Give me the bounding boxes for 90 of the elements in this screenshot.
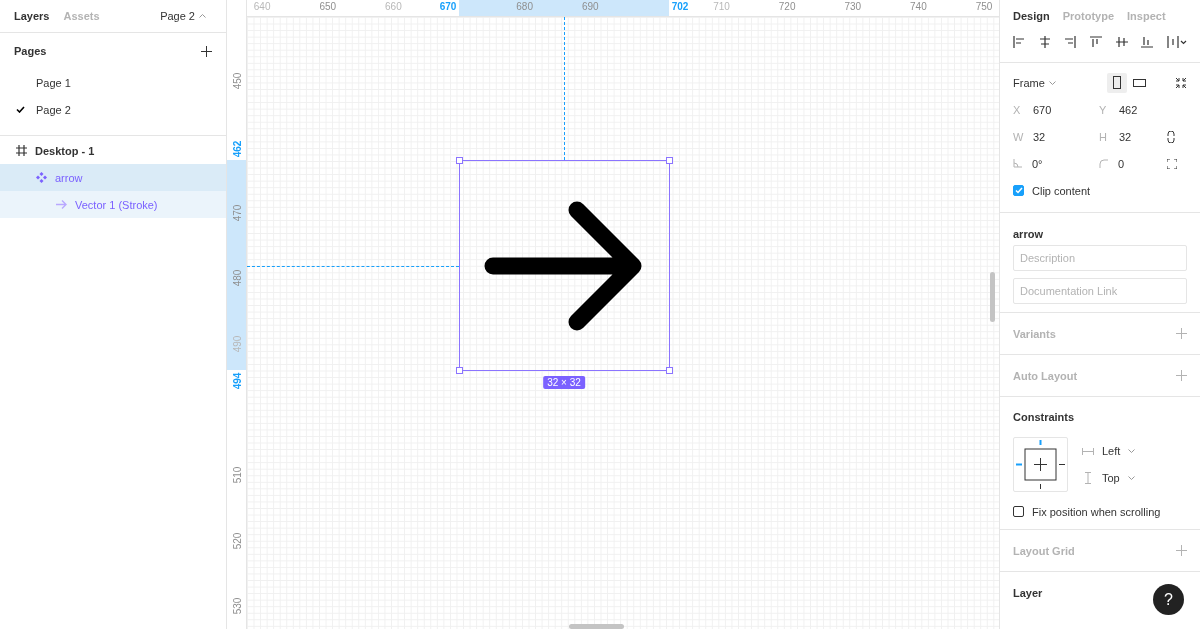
resize-handle[interactable]: [456, 367, 463, 374]
resize-handle[interactable]: [666, 157, 673, 164]
checkbox[interactable]: [1013, 506, 1024, 517]
ruler-label: 680: [516, 1, 533, 12]
checkbox[interactable]: [1013, 185, 1024, 196]
caret-icon: [1048, 80, 1056, 85]
documentation-link-field[interactable]: Documentation Link: [1013, 278, 1187, 304]
page-item[interactable]: Page 1: [0, 69, 226, 96]
resize-handle[interactable]: [456, 157, 463, 164]
orientation-toggle[interactable]: [1107, 72, 1127, 93]
panel-tab[interactable]: Design: [1013, 10, 1050, 22]
scrollbar[interactable]: [569, 624, 624, 629]
layer-item[interactable]: Desktop - 1: [0, 137, 226, 164]
ruler-label: 702: [671, 1, 689, 12]
section-title: Layer: [1013, 586, 1043, 599]
section-title: Layout Grid: [1013, 544, 1075, 557]
ruler-label: 470: [231, 204, 243, 221]
checkbox-label: Clip content: [1032, 184, 1091, 197]
frame-icon: [16, 145, 27, 156]
section-title: Auto Layout: [1013, 369, 1078, 382]
ruler-label: 480: [231, 269, 243, 287]
constraint-widget[interactable]: [1013, 437, 1068, 492]
size-label: 32 × 32: [543, 376, 585, 389]
section-title: Pages: [14, 45, 47, 57]
plus-icon[interactable]: [201, 45, 212, 57]
portrait-icon: [1113, 76, 1121, 89]
ruler-label: 730: [844, 1, 862, 12]
arrow-icon: [56, 200, 67, 209]
component-name: arrow: [1013, 228, 1043, 240]
ruler-label: 740: [910, 1, 927, 12]
page-item[interactable]: Page 2: [0, 96, 226, 123]
field-label: H: [1099, 130, 1108, 143]
ruler-label: 670: [439, 1, 457, 12]
scrollbar[interactable]: [990, 272, 995, 322]
vertical-constraint-dropdown[interactable]: Top: [1082, 464, 1136, 492]
field-value[interactable]: 462: [1119, 103, 1138, 116]
ruler-label: 530: [231, 597, 243, 615]
checkbox-label: Fix position when scrolling: [1032, 505, 1161, 518]
resize-handle[interactable]: [666, 367, 673, 374]
ruler-label: 710: [713, 1, 730, 12]
field-label: Y: [1099, 103, 1108, 116]
align-right-icon[interactable]: [1064, 36, 1077, 48]
field-label: W: [1013, 130, 1023, 143]
angle-icon: [1013, 159, 1022, 168]
ruler-label: 462: [231, 140, 243, 158]
constrain-proportions-icon[interactable]: [1167, 130, 1175, 143]
layer-item[interactable]: Vector 1 (Stroke): [0, 191, 226, 218]
horizontal-constraint-dropdown[interactable]: Left: [1082, 437, 1136, 465]
ruler-label: 494: [231, 372, 243, 390]
section-title: Constraints: [1013, 411, 1075, 423]
ruler-label: 640: [253, 1, 271, 12]
ruler-label: 660: [385, 1, 402, 12]
horizontal-constraint-icon: [1082, 447, 1094, 455]
field-value[interactable]: 32: [1119, 130, 1132, 143]
align-bottom-icon[interactable]: [1141, 36, 1154, 48]
field-value[interactable]: 0: [1118, 157, 1125, 170]
ruler-label: 750: [975, 1, 993, 12]
component-icon: [36, 172, 47, 183]
ruler-label: 520: [231, 532, 243, 549]
ruler-label: 720: [778, 1, 796, 12]
caret-icon: [1128, 449, 1136, 453]
distribute-icon[interactable]: [1166, 36, 1187, 48]
frame-preset-dropdown[interactable]: Frame: [1013, 76, 1056, 89]
field-value[interactable]: 32: [1033, 130, 1046, 143]
ruler-label: 650: [319, 1, 337, 12]
independent-corners-icon[interactable]: [1167, 158, 1177, 169]
corner-radius-icon: [1099, 159, 1108, 168]
landscape-icon: [1132, 78, 1146, 87]
section-title: Variants: [1013, 327, 1056, 340]
field-value[interactable]: 670: [1033, 103, 1052, 116]
align-left-icon[interactable]: [1013, 36, 1025, 48]
selection-frame[interactable]: [459, 160, 670, 371]
page-switcher[interactable]: Page 2: [154, 9, 212, 23]
align-h-center-icon[interactable]: [1038, 36, 1051, 48]
align-top-icon[interactable]: [1089, 36, 1102, 48]
vertical-constraint-icon: [1082, 472, 1094, 484]
ruler-label: 690: [581, 1, 599, 12]
layer-item[interactable]: arrow: [0, 164, 226, 191]
resize-to-fit-icon[interactable]: [1175, 76, 1187, 89]
panel-tab[interactable]: Layers: [14, 10, 50, 22]
ruler-label: 510: [231, 466, 243, 484]
ruler-label: 490: [231, 335, 243, 353]
align-v-center-icon[interactable]: [1115, 36, 1128, 48]
caret-icon: [1127, 476, 1135, 480]
field-label: X: [1013, 103, 1022, 116]
ruler-label: 450: [231, 72, 243, 90]
description-field[interactable]: Description: [1013, 245, 1187, 271]
help-button[interactable]: ?: [1153, 584, 1184, 615]
field-value[interactable]: 0°: [1032, 157, 1043, 170]
caret-icon: [199, 14, 206, 18]
